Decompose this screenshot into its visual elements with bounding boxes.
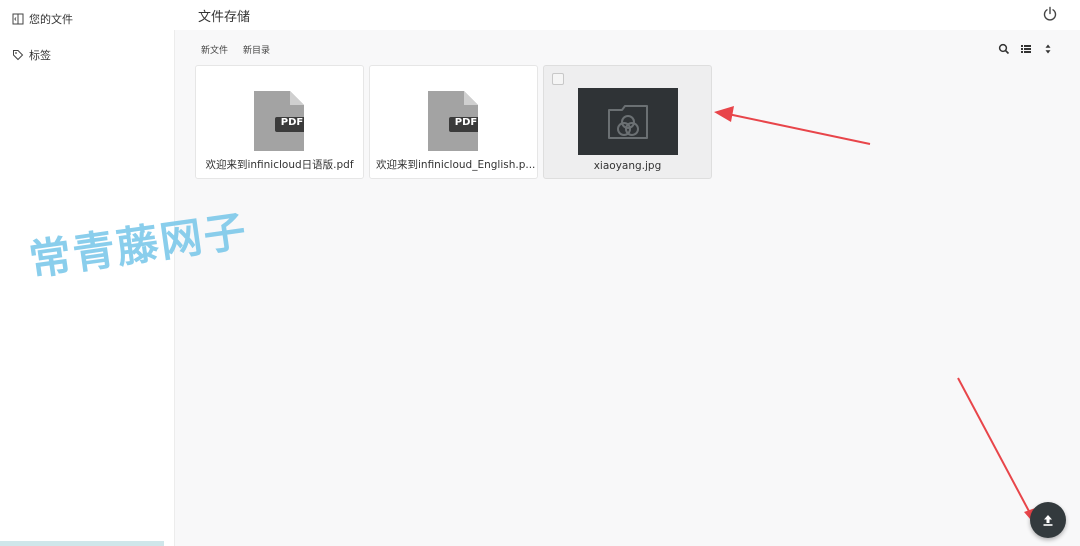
sort-icon[interactable]	[1042, 43, 1054, 55]
file-card-selected[interactable]: xiaoyang.jpg	[543, 65, 712, 179]
new-directory-button[interactable]: 新目录	[243, 43, 270, 56]
page-title: 文件存储	[198, 10, 251, 25]
annotation-arrowhead	[714, 106, 734, 122]
tag-icon	[12, 49, 24, 61]
list-view-icon[interactable]	[1020, 43, 1032, 55]
annotation-arrow-line	[957, 377, 1032, 516]
file-name: xiaoyang.jpg	[593, 160, 662, 172]
image-thumbnail	[578, 88, 678, 155]
sidebar-item-label: 标签	[29, 49, 51, 62]
toolbar: 新文件 新目录	[174, 40, 1080, 60]
file-card[interactable]: PDF 欢迎来到infinicloud日语版.pdf	[195, 65, 364, 179]
sidebar-item-label: 您的文件	[29, 13, 73, 26]
pdf-badge: PDF	[280, 117, 304, 128]
file-card[interactable]: PDF 欢迎来到infinicloud_English.p...	[369, 65, 538, 179]
new-file-button[interactable]: 新文件	[201, 43, 228, 56]
annotation-arrow-line	[727, 113, 871, 145]
sidebar-bottom-bar	[0, 541, 164, 546]
search-icon[interactable]	[998, 43, 1010, 55]
upload-button[interactable]	[1030, 502, 1066, 538]
header: 文件存储	[174, 0, 1080, 30]
sidebar-item-your-files[interactable]: 您的文件	[12, 9, 73, 29]
file-name: 欢迎来到infinicloud_English.p...	[376, 159, 536, 171]
file-name: 欢迎来到infinicloud日语版.pdf	[205, 159, 354, 171]
select-checkbox[interactable]	[552, 73, 564, 85]
sidebar-panel-icon	[12, 13, 24, 25]
image-placeholder-icon	[608, 104, 648, 139]
upload-icon	[1043, 515, 1053, 526]
power-icon[interactable]	[1042, 6, 1058, 22]
sidebar-item-tags[interactable]: 标签	[12, 45, 51, 65]
pdf-badge: PDF	[454, 117, 478, 128]
toolbar-icons	[998, 43, 1054, 55]
